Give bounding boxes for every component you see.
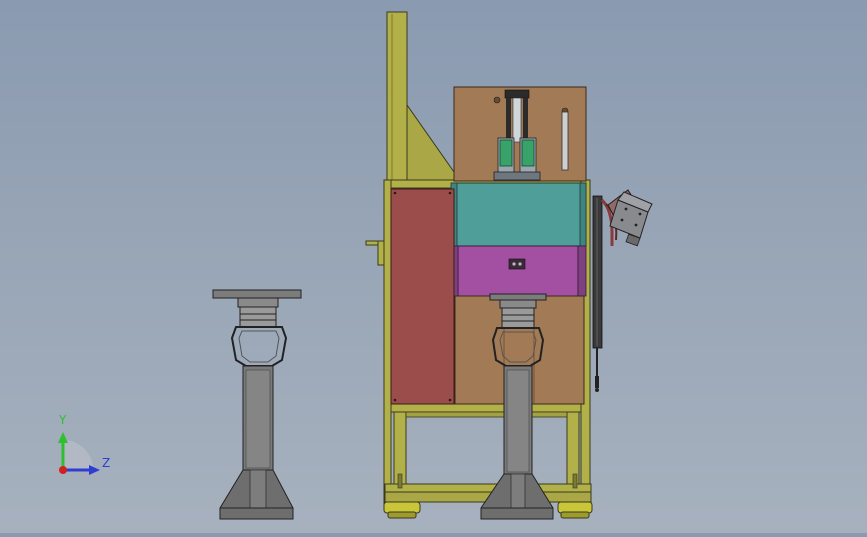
left-stand[interactable]: [212, 289, 302, 520]
left-door-panel[interactable]: [390, 188, 455, 405]
cad-viewport[interactable]: Y Z: [0, 0, 867, 533]
y-axis-label: Y: [59, 413, 67, 427]
teal-block[interactable]: [450, 182, 587, 247]
magenta-block[interactable]: [451, 245, 587, 297]
triad-quadrant-icon: [63, 440, 93, 470]
coordinate-triad: [58, 432, 100, 475]
side-motor-box[interactable]: [607, 189, 653, 247]
assembly-drawing: [58, 11, 653, 520]
origin-icon: [59, 466, 67, 474]
z-axis-label: Z: [102, 456, 111, 470]
